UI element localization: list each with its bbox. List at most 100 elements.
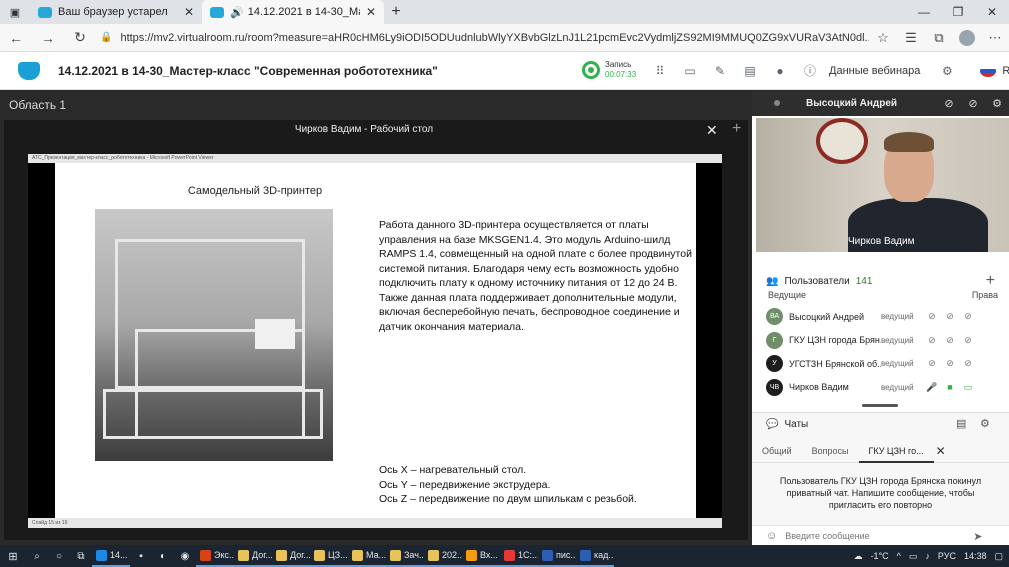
url-field[interactable]: 🔒 https://mv2.virtualroom.ru/room?measur… [96, 27, 869, 49]
taskbar-app-edge[interactable]: 14... [92, 545, 130, 567]
taskbar-app[interactable]: Экс... [196, 545, 234, 567]
chat-list-icon[interactable]: ▤ [956, 417, 966, 430]
favorite-star-icon[interactable]: ☆ [869, 30, 897, 46]
screen-off-icon[interactable]: ⊘ [959, 311, 977, 322]
tray-chevron-icon[interactable]: ^ [897, 551, 901, 561]
taskbar-app[interactable]: ЦЗ... [310, 545, 348, 567]
taskbar-app[interactable]: Дог... [272, 545, 310, 567]
chrome-icon[interactable]: ◉ [174, 551, 196, 562]
mic-off-icon[interactable]: ⊘ [937, 97, 961, 110]
windows-start-icon[interactable]: ⊞ [0, 550, 26, 563]
mic-off-icon[interactable]: ⊘ [923, 358, 941, 369]
taskbar-app[interactable]: Ма... [348, 545, 386, 567]
new-tab-button[interactable]: + [384, 3, 408, 21]
camera-off-icon[interactable]: ⊘ [961, 97, 985, 110]
user-row[interactable]: ВА Высоцкий Андрей ведущий ⊘ ⊘ ⊘ [766, 305, 1002, 329]
screen-off-icon[interactable]: ⊘ [959, 335, 977, 346]
send-icon[interactable]: ➤ [973, 530, 982, 543]
edge-icon[interactable]: ◐ [152, 551, 174, 562]
collections-icon[interactable]: ⧉ [925, 30, 953, 46]
close-chat-tab-icon[interactable]: ✕ [936, 444, 946, 458]
close-panel-icon[interactable]: ✕ [706, 122, 718, 139]
user-row[interactable]: У УГСТЗН Брянской об... ведущий ⊘ ⊘ ⊘ [766, 352, 1002, 376]
screen-on-icon[interactable]: ▭ [959, 382, 977, 393]
speaker-icon[interactable]: 🔊 [230, 6, 244, 19]
layout-grid-icon[interactable]: ⠿ [645, 64, 675, 78]
address-bar: ← → ↻ 🔒 https://mv2.virtualroom.ru/room?… [0, 24, 1009, 52]
forward-icon[interactable]: → [32, 30, 64, 46]
cortana-circle-icon[interactable]: ○ [48, 551, 70, 562]
network-icon[interactable]: ▭ [909, 551, 918, 562]
add-panel-icon[interactable]: + [732, 120, 741, 138]
maximize-icon[interactable]: ❐ [941, 0, 975, 24]
taskbar-app[interactable]: 1С:... [500, 545, 538, 567]
language-label[interactable]: RU [1002, 65, 1009, 77]
temperature[interactable]: -1°C [871, 551, 889, 561]
tab-private-chat[interactable]: ГКУ ЦЗН го... [858, 439, 934, 463]
wall-emblem [816, 118, 868, 164]
weather-icon[interactable]: ☁ [854, 551, 863, 562]
users-icon: 👥 [766, 275, 779, 287]
add-user-button[interactable]: + [986, 272, 995, 290]
russian-flag-icon[interactable] [980, 64, 997, 77]
browser-tab-2[interactable]: 🔊 14.12.2021 в 14-30_Мастер ✕ [202, 0, 384, 24]
1c-icon [504, 549, 515, 561]
recording-status[interactable]: Запись 00:07:33 [582, 60, 636, 80]
user-row[interactable]: Г ГКУ ЦЗН города Брян... ведущий ⊘ ⊘ ⊘ [766, 329, 1002, 353]
back-icon[interactable]: ← [0, 30, 32, 46]
more-menu-icon[interactable]: ⋯ [981, 30, 1009, 46]
favorites-list-icon[interactable]: ☰ [897, 30, 925, 46]
keyboard-language[interactable]: РУС [938, 551, 956, 561]
notifications-icon[interactable]: ▢ [994, 551, 1003, 562]
panel-resize-handle[interactable] [862, 404, 898, 407]
camera-on-icon[interactable]: ■ [941, 382, 959, 392]
taskbar-app[interactable]: кад... [576, 545, 614, 567]
profile-avatar[interactable] [959, 29, 975, 46]
whiteboard-icon[interactable]: ✎ [705, 64, 735, 78]
settings-gear-icon[interactable]: ⚙ [985, 97, 1009, 110]
chat-system-message: Пользователь ГКУ ЦЗН города Брянска поки… [779, 476, 982, 510]
settings-gear-icon[interactable]: ⚙ [980, 417, 990, 430]
app-header: 14.12.2021 в 14-30_Мастер-класс "Совреме… [0, 52, 1009, 90]
folder-icon [428, 549, 439, 561]
taskbar-app[interactable]: пис... [538, 545, 576, 567]
tab-actions-icon[interactable]: ▣ [0, 6, 30, 19]
close-tab-icon[interactable]: ✕ [366, 5, 376, 19]
camera-off-icon[interactable]: ⊘ [941, 311, 959, 322]
search-icon[interactable]: ⌕ [26, 551, 48, 562]
files-folder-icon[interactable]: ▤ [735, 64, 765, 78]
tab-questions[interactable]: Вопросы [802, 439, 859, 463]
task-view-icon[interactable]: ⧉ [70, 551, 92, 562]
minimize-icon[interactable]: — [907, 0, 941, 24]
lock-icon[interactable]: 🔒 [100, 32, 112, 43]
chats-panel: 💬 Чаты ▤ ⚙ Общий Вопросы ГКУ ЦЗН го... ✕… [752, 412, 1009, 546]
taskbar-app[interactable]: Дог... [234, 545, 272, 567]
chats-label: Чаты [784, 418, 809, 430]
info-icon[interactable]: ⓘ [795, 62, 825, 79]
camera-off-icon[interactable]: ⊘ [941, 358, 959, 369]
screen-off-icon[interactable]: ⊘ [959, 358, 977, 369]
webinar-data-button[interactable]: Данные вебинара [829, 65, 920, 77]
close-window-icon[interactable]: ✕ [975, 0, 1009, 24]
close-tab-icon[interactable]: ✕ [184, 5, 194, 19]
camera-off-icon[interactable]: ⊘ [941, 335, 959, 346]
browser-tab-1[interactable]: Ваш браузер устарел ✕ [30, 0, 202, 24]
cmd-icon[interactable]: ▪ [130, 551, 152, 562]
mic-off-icon[interactable]: ⊘ [923, 311, 941, 322]
tab-general[interactable]: Общий [752, 439, 802, 463]
clock-time[interactable]: 14:38 [964, 551, 987, 561]
users-icon[interactable]: ● [765, 64, 795, 78]
settings-gear-icon[interactable]: ⚙ [932, 64, 962, 78]
message-input[interactable] [785, 531, 966, 541]
mic-off-icon[interactable]: ⊘ [923, 335, 941, 346]
volume-icon[interactable]: ♪ [925, 551, 930, 561]
user-row[interactable]: ЧВ Чирков Вадим ведущий 🎤 ■ ▭ [766, 376, 1002, 400]
emoji-icon[interactable]: ☺ [766, 530, 777, 542]
window-controls: — ❐ ✕ [907, 0, 1009, 24]
taskbar-app[interactable]: Вх... [462, 545, 500, 567]
screen-share-icon[interactable]: ▭ [675, 64, 705, 78]
mic-on-icon[interactable]: 🎤 [923, 382, 941, 393]
reload-icon[interactable]: ↻ [64, 29, 96, 46]
taskbar-app[interactable]: Зач... [386, 545, 424, 567]
taskbar-app[interactable]: 202... [424, 545, 462, 567]
